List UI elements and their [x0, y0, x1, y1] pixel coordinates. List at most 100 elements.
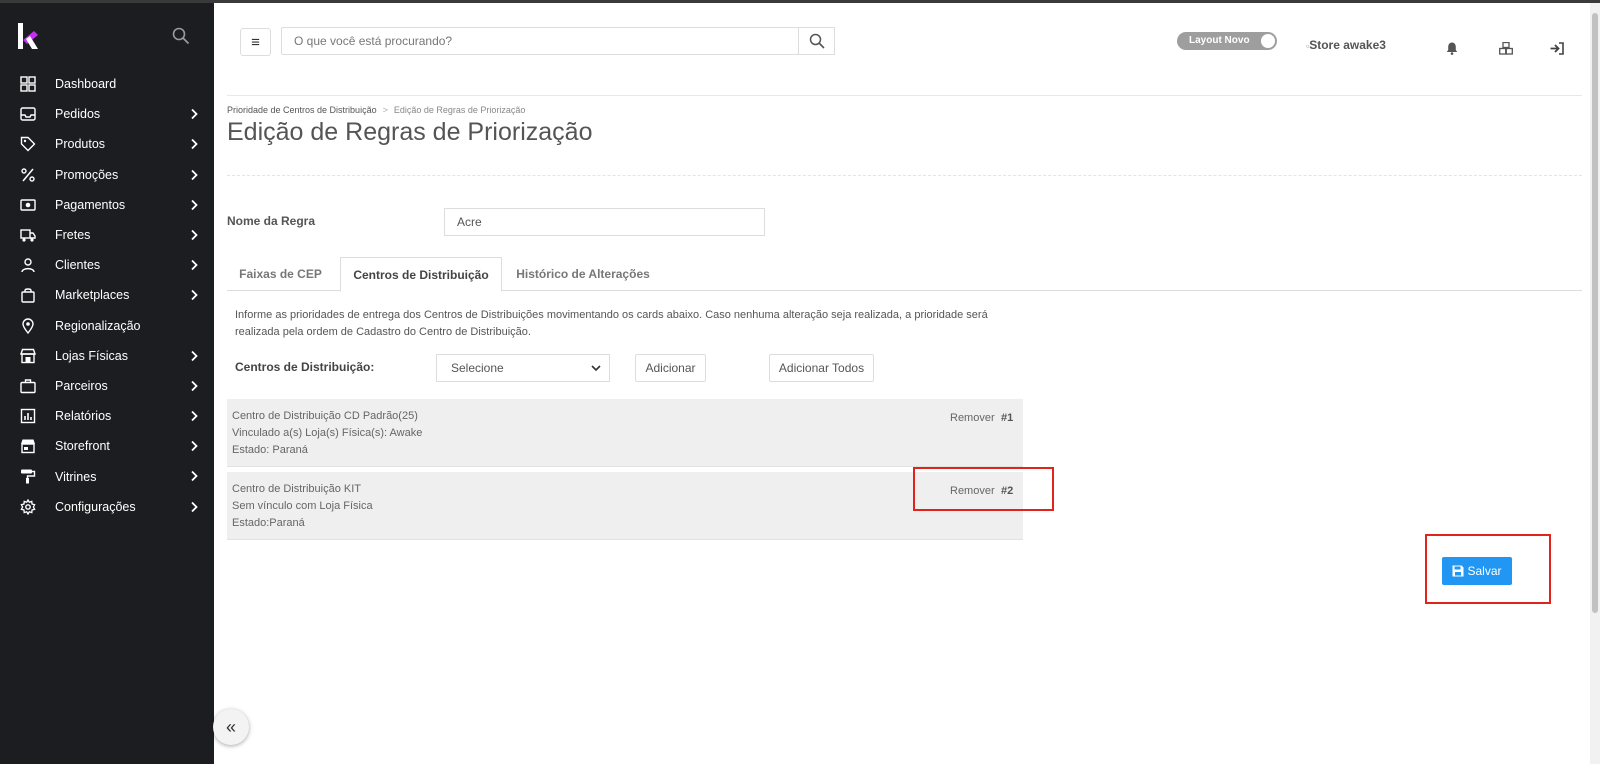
dashboard-icon [20, 76, 36, 92]
money-icon [20, 199, 36, 211]
chevron-down-icon [591, 365, 601, 372]
double-chevron-left-icon: « [225, 716, 236, 737]
logout-button[interactable] [1549, 40, 1565, 56]
storefront-icon [21, 439, 35, 454]
tab-centros-de-distribuicao[interactable]: Centros de Distribuição [340, 257, 502, 292]
sidebar-item-label: Vitrines [55, 469, 97, 484]
sidebar-item-dashboard[interactable]: Dashboard [0, 69, 214, 99]
rule-name-input[interactable] [444, 208, 765, 236]
sidebar-item-clientes[interactable]: Clientes [0, 250, 214, 280]
sidebar-item-produtos[interactable]: Produtos [0, 129, 214, 159]
search-button[interactable] [798, 27, 835, 55]
card-line: Vinculado a(s) Loja(s) Física(s): Awake [232, 427, 423, 439]
toggle-knob [1261, 34, 1275, 48]
vertical-scrollbar[interactable] [1590, 3, 1600, 764]
sidebar-item-parceiros[interactable]: Parceiros [0, 371, 214, 401]
sidebar-item-label: Fretes [55, 228, 91, 243]
remove-button[interactable]: Remover [950, 412, 995, 424]
sidebar-item-label: Lojas Físicas [55, 348, 128, 363]
search-icon [809, 33, 825, 49]
chevron-right-icon [191, 109, 198, 120]
location-pin-icon [22, 317, 34, 334]
sidebar: Dashboard Pedidos Produtos Promoções Pagamen… [0, 3, 214, 764]
breadcrumb-parent-link[interactable]: Prioridade de Centros de Distribuição [227, 105, 377, 115]
sidebar-item-marketplaces[interactable]: Marketplaces [0, 280, 214, 310]
sidebar-item-label: Marketplaces [55, 288, 130, 303]
sidebar-item-label: Produtos [55, 137, 106, 152]
sidebar-item-label: Pedidos [55, 107, 101, 122]
sidebar-nav: Dashboard Pedidos Produtos Promoções Pagamen… [0, 69, 214, 522]
store-icon [20, 348, 36, 363]
tab-bar: Faixas de CEP Centros de Distribuição Hi… [227, 257, 1582, 292]
sidebar-item-label: Parceiros [55, 378, 108, 393]
card-line: Estado:Paraná [232, 517, 305, 529]
sidebar-item-label: Clientes [55, 258, 101, 273]
sidebar-item-fretes[interactable]: Fretes [0, 220, 214, 250]
sidebar-item-storefront[interactable]: Storefront [0, 431, 214, 461]
sidebar-item-relatorios[interactable]: Relatórios [0, 401, 214, 431]
briefcase-icon [20, 379, 36, 394]
breadcrumb-current: Edição de Regras de Priorização [393, 105, 526, 115]
report-icon [20, 408, 36, 424]
layout-toggle-label: Layout Novo [1189, 35, 1250, 46]
collapse-sidebar-button[interactable]: « [213, 709, 249, 745]
chevron-right-icon [191, 169, 198, 180]
sidebar-item-configuracoes[interactable]: Configurações [0, 492, 214, 522]
hamburger-menu-button[interactable]: ≡ [240, 28, 271, 56]
sidebar-item-label: Storefront [55, 439, 110, 454]
sidebar-item-label: Regionalização [55, 318, 141, 333]
store-logo-image: ▫Store awake3 [1306, 38, 1386, 52]
hamburger-icon: ≡ [251, 33, 260, 51]
save-button-label: Salvar [1467, 564, 1502, 578]
distribution-center-card[interactable]: Centro de Distribuição CD Padrão(25) Vin… [227, 399, 1023, 467]
chevron-right-icon [191, 229, 198, 241]
layout-toggle[interactable]: Layout Novo [1177, 32, 1277, 50]
logo-icon[interactable] [18, 23, 38, 49]
search-input[interactable] [281, 27, 799, 55]
sidebar-item-vitrines[interactable]: Vitrines [0, 461, 214, 491]
info-text: Informe as prioridades de entrega dos Ce… [235, 309, 988, 338]
paint-roller-icon [21, 469, 36, 484]
sidebar-item-label: Configurações [55, 499, 136, 514]
sidebar-item-regionalizacao[interactable]: Regionalização [0, 311, 214, 341]
user-icon [21, 258, 35, 273]
sidebar-item-promocoes[interactable]: Promoções [0, 160, 214, 190]
cubes-icon [1499, 41, 1513, 55]
notifications-button[interactable] [1444, 40, 1460, 56]
select-value: Selecione [451, 361, 504, 375]
scrollbar-thumb[interactable] [1592, 13, 1598, 613]
card-line: Sem vínculo com Loja Física [232, 500, 373, 512]
stores-button[interactable] [1498, 40, 1514, 56]
chevron-right-icon [191, 501, 198, 512]
chevron-right-icon [191, 290, 198, 301]
rule-name-label: Nome da Regra [227, 214, 316, 228]
card-line: Centro de Distribuição KIT [232, 483, 361, 495]
breadcrumb-separator: > [382, 105, 388, 115]
sidebar-item-pagamentos[interactable]: Pagamentos [0, 190, 214, 220]
sidebar-item-pedidos[interactable]: Pedidos [0, 99, 214, 129]
sidebar-item-label: Pagamentos [55, 197, 126, 212]
chevron-right-icon [191, 471, 198, 482]
chevron-right-icon [191, 441, 198, 452]
distribution-centers-label: Centros de Distribuição: [235, 360, 375, 374]
save-button[interactable]: Salvar [1442, 557, 1512, 585]
window-top-border [0, 0, 1600, 3]
tab-historico-de-alteracoes[interactable]: Histórico de Alterações [508, 257, 658, 291]
floppy-disk-icon [1452, 565, 1464, 577]
chevron-right-icon [191, 199, 198, 210]
sidebar-item-lojas-fisicas[interactable]: Lojas Físicas [0, 341, 214, 371]
distribution-center-select[interactable]: Selecione [436, 354, 610, 382]
page-title: Edição de Regras de Priorização [227, 118, 593, 146]
chevron-right-icon [191, 259, 198, 271]
chevron-right-icon [191, 380, 198, 392]
gear-icon [20, 498, 36, 515]
chevron-right-icon [191, 139, 198, 150]
add-all-button[interactable]: Adicionar Todos [769, 354, 874, 382]
tag-icon [20, 137, 36, 152]
section-divider [227, 175, 1582, 176]
truck-icon [20, 229, 36, 242]
tab-faixas-de-cep[interactable]: Faixas de CEP [227, 257, 334, 291]
add-button[interactable]: Adicionar [635, 354, 706, 382]
search-icon[interactable] [172, 27, 190, 45]
distribution-center-card[interactable]: Centro de Distribuição KIT Sem vínculo c… [227, 472, 1023, 540]
